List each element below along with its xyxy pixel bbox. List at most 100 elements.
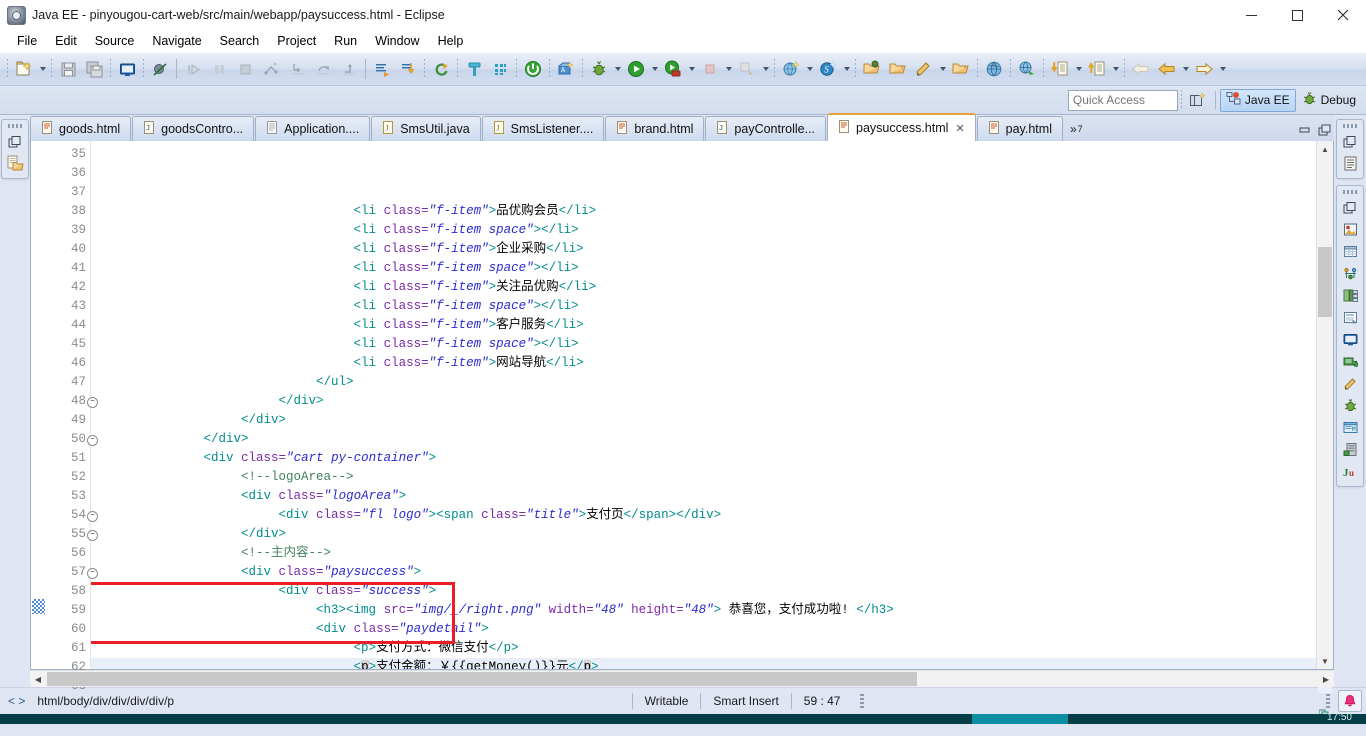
menu-edit[interactable]: Edit xyxy=(46,32,86,50)
code-line[interactable]: <li class="f-item">企业采购</li> xyxy=(91,240,1316,259)
servers-icon[interactable] xyxy=(1339,263,1361,284)
dock-grip[interactable] xyxy=(1343,190,1357,194)
menu-window[interactable]: Window xyxy=(366,32,428,50)
bell-icon[interactable] xyxy=(1338,690,1363,712)
menu-file[interactable]: File xyxy=(8,32,46,50)
new-server-icon[interactable] xyxy=(778,56,804,82)
scroll-left-icon[interactable]: ◀ xyxy=(30,675,46,684)
editor-tab-overflow[interactable]: » 7 xyxy=(1064,117,1089,141)
svn-dropdown-arrow[interactable] xyxy=(841,57,852,81)
code-line[interactable]: </div> xyxy=(91,430,1316,449)
new-annotation-dropdown-arrow[interactable] xyxy=(937,57,948,81)
new-perspective-icon[interactable] xyxy=(1185,87,1211,113)
code-line[interactable]: <li class="f-item space"></li> xyxy=(91,259,1316,278)
new-wizard-dropdown-arrow[interactable] xyxy=(37,57,48,81)
code-line[interactable]: <div class="logoArea"> xyxy=(91,487,1316,506)
external-tools-dropdown-arrow[interactable] xyxy=(760,57,771,81)
editor-tab-smslistener[interactable]: J SmsListener.... xyxy=(481,116,605,141)
new-wizard-icon[interactable] xyxy=(11,56,37,82)
console-icon[interactable] xyxy=(114,56,140,82)
code-line[interactable]: <div class="paydetail"> xyxy=(91,620,1316,639)
code-line[interactable]: <!--logoArea--> xyxy=(91,468,1316,487)
data-source-explorer-icon[interactable] xyxy=(1339,285,1361,306)
code-line[interactable]: <li class="f-item">品优购会员</li> xyxy=(91,202,1316,221)
next-annotation-icon[interactable] xyxy=(369,56,395,82)
new-java-project-icon[interactable]: A xyxy=(553,56,579,82)
stop-dropdown-arrow[interactable] xyxy=(723,57,734,81)
refresh-icon[interactable] xyxy=(428,56,454,82)
previous-edit-icon[interactable] xyxy=(1154,56,1180,82)
open-type-icon[interactable] xyxy=(859,56,885,82)
run-dropdown-arrow[interactable] xyxy=(649,57,660,81)
scroll-right-icon[interactable]: ▶ xyxy=(1318,675,1334,684)
perspective-debug[interactable]: Debug xyxy=(1296,89,1362,112)
debug-bug-icon[interactable] xyxy=(1339,395,1361,416)
server-stack-icon[interactable] xyxy=(1339,439,1361,460)
editor-tab-paysuccess-html[interactable]: paysuccess.html ✕ xyxy=(827,113,976,141)
svn-icon[interactable]: S xyxy=(815,56,841,82)
run-coverage-icon[interactable] xyxy=(660,56,686,82)
minimize-button[interactable] xyxy=(1228,0,1274,30)
editor-horizontal-scrollbar[interactable]: ◀ ▶ xyxy=(30,670,1334,687)
scroll-down-icon[interactable]: ▼ xyxy=(1317,653,1333,669)
code-line[interactable]: <p>支付方式：微信支付</p> xyxy=(91,639,1316,658)
menu-navigate[interactable]: Navigate xyxy=(143,32,210,50)
save-icon[interactable] xyxy=(55,56,81,82)
code-line[interactable]: <li class="f-item space"></li> xyxy=(91,335,1316,354)
skip-breakpoints-icon[interactable] xyxy=(147,56,173,82)
code-line[interactable]: <div class="success"> xyxy=(91,582,1316,601)
code-line[interactable]: <li class="f-item">关注品优购</li> xyxy=(91,278,1316,297)
properties-table-icon[interactable] xyxy=(1339,241,1361,262)
editor-tab-pay-html[interactable]: pay.html xyxy=(976,116,1063,141)
restore-icon[interactable] xyxy=(4,131,26,152)
run-coverage-dropdown-arrow[interactable] xyxy=(686,57,697,81)
new-server-dropdown-arrow[interactable] xyxy=(804,57,815,81)
scroll-up-icon[interactable]: ▲ xyxy=(1317,141,1333,157)
restore-icon[interactable] xyxy=(1339,197,1361,218)
save-all-icon[interactable] xyxy=(81,56,107,82)
maximize-view-icon[interactable] xyxy=(1318,124,1332,139)
export-dropdown-arrow[interactable] xyxy=(1110,57,1121,81)
code-line[interactable]: <li class="f-item">网站导航</li> xyxy=(91,354,1316,373)
editor-tab-goodscontroller[interactable]: J goodsContro... xyxy=(132,116,255,141)
code-line[interactable]: </div> xyxy=(91,411,1316,430)
open-web-browser-icon[interactable] xyxy=(1014,56,1040,82)
toggle-mark-occurrences-icon[interactable] xyxy=(461,56,487,82)
project-explorer-icon[interactable] xyxy=(4,153,26,174)
junit-icon[interactable]: Ju xyxy=(1339,461,1361,482)
annotation-ruler[interactable] xyxy=(31,141,48,669)
maven-build-icon[interactable] xyxy=(981,56,1007,82)
maximize-button[interactable] xyxy=(1274,0,1320,30)
previous-annotation-icon[interactable] xyxy=(395,56,421,82)
source-editor[interactable]: 35 36 37 38 39 40 41 42 43 44 45 46 47 48− 49 50− 51 52 53… xyxy=(30,141,1334,718)
code-line[interactable]: <li class="f-item space"></li> xyxy=(91,221,1316,240)
scrollbar-thumb[interactable] xyxy=(1318,247,1332,317)
editor-tab-application[interactable]: Application.... xyxy=(255,116,371,141)
close-icon[interactable]: ✕ xyxy=(955,122,964,135)
markers-icon[interactable] xyxy=(1339,373,1361,394)
scrollbar-thumb[interactable] xyxy=(47,672,917,686)
restore-icon[interactable] xyxy=(1339,131,1361,152)
editor-tab-paycontroller[interactable]: J payControlle... xyxy=(705,116,827,141)
new-annotation-icon[interactable] xyxy=(911,56,937,82)
console-icon[interactable] xyxy=(1339,329,1361,350)
code-line[interactable]: <p>支付金额：￥{{getMoney()}}元</p> xyxy=(91,658,1316,669)
run-icon[interactable] xyxy=(623,56,649,82)
code-line[interactable]: <div class="paysuccess"> xyxy=(91,563,1316,582)
open-task-icon[interactable] xyxy=(885,56,911,82)
search-input[interactable] xyxy=(1067,89,1178,111)
minimize-view-icon[interactable] xyxy=(1298,124,1312,139)
menu-search[interactable]: Search xyxy=(211,32,269,50)
code-line[interactable]: <div class="fl logo"><span class="title"… xyxy=(91,506,1316,525)
debug-dropdown-arrow[interactable] xyxy=(612,57,623,81)
maven-repositories-icon[interactable]: M xyxy=(1339,417,1361,438)
import-dropdown-arrow[interactable] xyxy=(1073,57,1084,81)
menu-help[interactable]: Help xyxy=(429,32,473,50)
code-line[interactable]: </div> xyxy=(91,392,1316,411)
code-line[interactable]: <li class="f-item">客户服务</li> xyxy=(91,316,1316,335)
close-button[interactable] xyxy=(1320,0,1366,30)
editor-vertical-scrollbar[interactable]: ▲ ▼ xyxy=(1316,141,1333,718)
progress-icon[interactable] xyxy=(1339,351,1361,372)
debug-icon[interactable] xyxy=(586,56,612,82)
export-icon[interactable] xyxy=(1084,56,1110,82)
